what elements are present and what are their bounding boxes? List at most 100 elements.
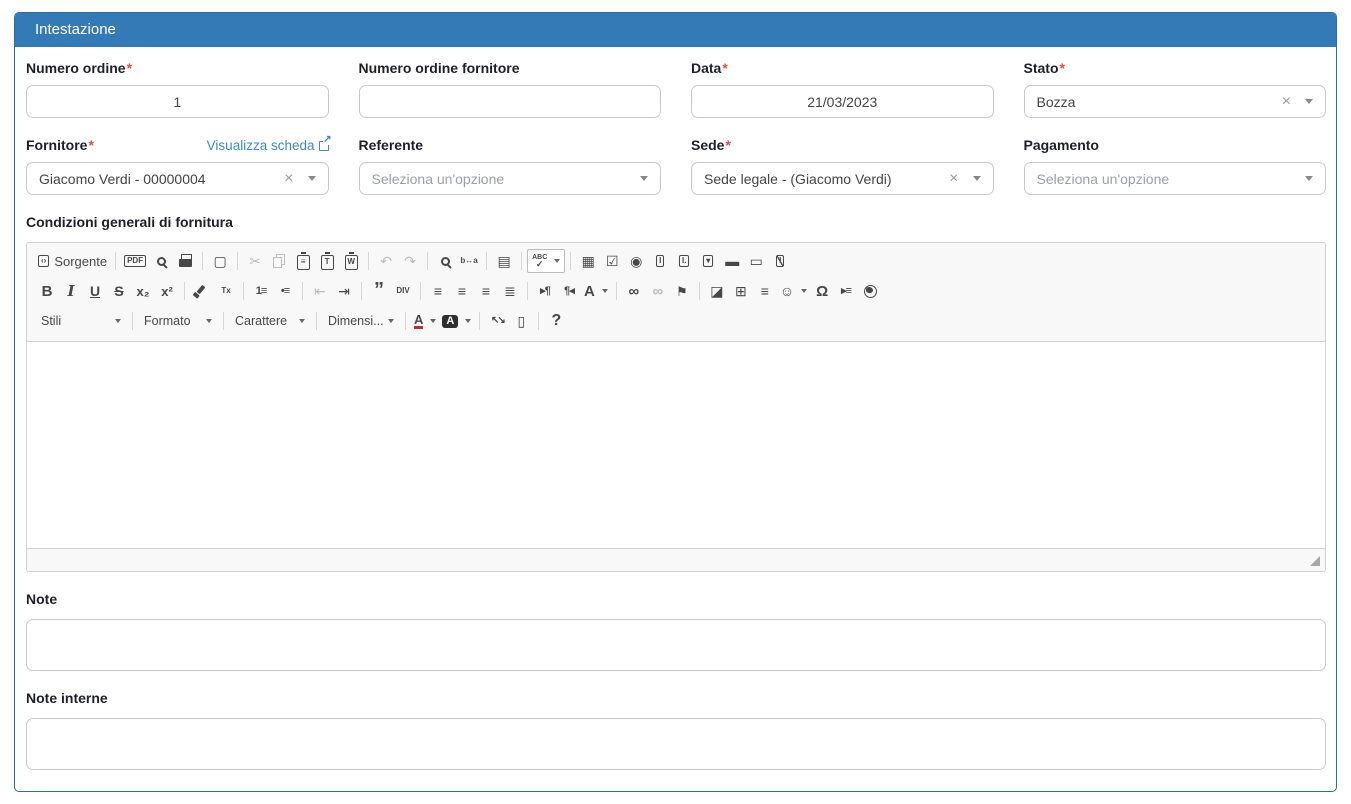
undo-button: ↶ (374, 249, 398, 273)
button-field-button[interactable]: ▬ (720, 249, 744, 273)
replace-button[interactable]: b↔a (457, 249, 481, 273)
toolbar-separator (223, 312, 224, 330)
stato-select[interactable]: Bozza × (1024, 85, 1327, 118)
align-right-button[interactable]: ≡ (474, 279, 498, 303)
select-all-button[interactable]: ▤ (492, 249, 516, 273)
chevron-down-icon[interactable] (1305, 176, 1313, 181)
page-break-icon: ▸≡ (841, 286, 851, 297)
image-button[interactable]: ◪ (705, 279, 729, 303)
export-pdf-button[interactable]: PDF (121, 249, 149, 273)
bidi-ltr-button[interactable]: ▸¶ (533, 279, 557, 303)
horizontal-rule-icon: ≡ (761, 284, 769, 298)
referente-select[interactable]: Seleziona un'opzione (359, 162, 662, 195)
styles-combo[interactable]: Stili (35, 309, 127, 333)
clear-icon[interactable]: × (949, 171, 958, 187)
size-combo[interactable]: Dimensi... (322, 309, 400, 333)
form-button[interactable]: ▦ (576, 249, 600, 273)
clear-icon[interactable]: × (1282, 94, 1291, 110)
select-field-button[interactable]: ▾ (696, 249, 720, 273)
fornitore-value: Giacomo Verdi - 00000004 (39, 171, 284, 187)
checkbox-icon: ☑ (606, 254, 619, 268)
show-blocks-icon: ▯ (517, 314, 525, 328)
note-label: Note (26, 591, 57, 607)
background-color-button[interactable]: A (439, 309, 474, 333)
numero-ordine-fornitore-input[interactable] (359, 85, 662, 118)
note-interne-label: Note interne (26, 690, 108, 706)
note-interne-textarea[interactable] (26, 718, 1326, 770)
copy-formatting-button[interactable] (190, 279, 214, 303)
textarea-field-button[interactable]: I. (672, 249, 696, 273)
panel-title: Intestazione (35, 21, 116, 38)
language-button[interactable]: A (581, 279, 611, 303)
maximize-icon: ↖↘ (491, 316, 504, 326)
pagamento-select[interactable]: Seleziona un'opzione (1024, 162, 1327, 195)
preview-button[interactable] (149, 249, 173, 273)
indent-button[interactable]: ⇥ (332, 279, 356, 303)
paste-text-button[interactable]: T (315, 249, 339, 273)
radio-button-button[interactable]: ◉ (624, 249, 648, 273)
form-icon: ▦ (582, 254, 595, 268)
blockquote-button[interactable]: ” (367, 279, 391, 303)
font-combo[interactable]: Carattere (229, 309, 311, 333)
fornitore-select[interactable]: Giacomo Verdi - 00000004 × (26, 162, 329, 195)
image-button-button[interactable]: ▭ (744, 249, 768, 273)
source-button[interactable]: ‹›Sorgente (35, 249, 110, 273)
page-break-button[interactable]: ▸≡ (834, 279, 858, 303)
sede-select[interactable]: Sede legale - (Giacomo Verdi) × (691, 162, 994, 195)
bulleted-list-button[interactable]: •≡ (273, 279, 297, 303)
text-color-button[interactable]: A (411, 309, 439, 333)
italic-button[interactable]: I (59, 279, 83, 303)
chevron-down-icon[interactable] (308, 176, 316, 181)
visualizza-scheda-link[interactable]: Visualizza scheda (207, 138, 329, 153)
clear-icon[interactable]: × (284, 171, 293, 187)
strikethrough-button[interactable]: S (107, 279, 131, 303)
format-combo[interactable]: Formato (138, 309, 218, 333)
about-button[interactable]: ? (544, 309, 568, 333)
paste-button[interactable]: ≡ (291, 249, 315, 273)
field-referente: Referente Seleziona un'opzione (359, 136, 662, 195)
chevron-down-icon[interactable] (1305, 99, 1313, 104)
checkbox-button[interactable]: ☑ (600, 249, 624, 273)
hidden-field-button[interactable]: I (768, 249, 792, 273)
spell-checker-button[interactable]: ABC✓ (527, 249, 565, 273)
bold-icon: B (42, 284, 53, 299)
justify-button[interactable]: ≣ (498, 279, 522, 303)
table-button[interactable]: ⊞ (729, 279, 753, 303)
align-center-button[interactable]: ≡ (450, 279, 474, 303)
underline-button[interactable]: U (83, 279, 107, 303)
horizontal-rule-button[interactable]: ≡ (753, 279, 777, 303)
chevron-down-icon[interactable] (640, 176, 648, 181)
align-left-button[interactable]: ≡ (426, 279, 450, 303)
anchor-button[interactable]: ⚑ (670, 279, 694, 303)
link-button[interactable]: ∞ (622, 279, 646, 303)
templates-button[interactable]: ▢ (208, 249, 232, 273)
numero-ordine-input[interactable] (26, 85, 329, 118)
field-fornitore: Fornitore Visualizza scheda Giacomo Verd… (26, 136, 329, 195)
show-blocks-button[interactable]: ▯ (509, 309, 533, 333)
special-character-button[interactable]: Ω (810, 279, 834, 303)
print-button[interactable] (173, 249, 197, 273)
subscript-button[interactable]: x₂ (131, 279, 155, 303)
text-field-button[interactable]: I (648, 249, 672, 273)
div-container-button[interactable]: DIV (391, 279, 415, 303)
check-mark: ✓ (536, 260, 544, 269)
chevron-down-icon (430, 319, 436, 323)
editor-content-area[interactable] (27, 342, 1325, 548)
chevron-down-icon[interactable] (973, 176, 981, 181)
data-input[interactable] (691, 85, 994, 118)
numbered-list-button[interactable]: 1≡ (249, 279, 273, 303)
bold-button[interactable]: B (35, 279, 59, 303)
remove-format-button[interactable]: Tx (214, 279, 238, 303)
find-button[interactable] (433, 249, 457, 273)
iframe-button[interactable] (858, 279, 882, 303)
bidi-rtl-button[interactable]: ¶◂ (557, 279, 581, 303)
field-numero-ordine-fornitore: Numero ordine fornitore (359, 59, 662, 118)
smiley-button[interactable]: ☺ (777, 279, 810, 303)
toolbar-separator (237, 252, 238, 270)
maximize-button[interactable]: ↖↘ (485, 309, 509, 333)
stato-value: Bozza (1037, 94, 1282, 110)
note-textarea[interactable] (26, 619, 1326, 671)
paste-from-word-button[interactable]: W (339, 249, 363, 273)
superscript-button[interactable]: x² (155, 279, 179, 303)
editor-resize-handle[interactable] (1310, 556, 1320, 566)
